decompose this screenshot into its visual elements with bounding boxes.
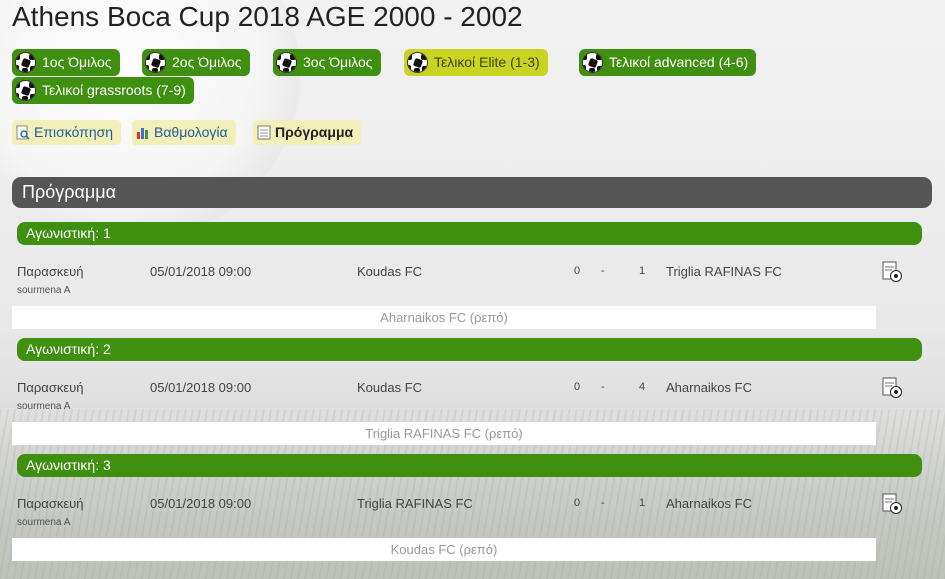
- group-button-label: 3ος Όμιλος: [303, 54, 373, 70]
- home-score: 0: [574, 381, 581, 393]
- away-score: 1: [639, 497, 646, 509]
- round-header-2: Αγωνιστική: 2: [17, 338, 922, 361]
- match-day: Παρασκευή: [17, 264, 84, 279]
- tab-label: Βαθμολογία: [154, 124, 228, 140]
- soccer-ball-icon: [145, 52, 166, 73]
- calendar-icon: [257, 125, 271, 140]
- match-datetime: 05/01/2018 09:00: [150, 496, 252, 511]
- soccer-ball-icon: [407, 52, 428, 73]
- home-team[interactable]: Triglia RAFINAS FC: [357, 496, 473, 511]
- tab-schedule[interactable]: Πρόγραμμα: [253, 120, 362, 145]
- match-venue: sourmena A: [17, 285, 71, 296]
- magnifier-document-icon: [16, 125, 30, 140]
- away-score: 1: [639, 265, 646, 277]
- home-score: 0: [574, 265, 581, 277]
- tab-label: Πρόγραμμα: [275, 124, 354, 140]
- match-row-2: Παρασκευή sourmena A 05/01/2018 09:00 Ko…: [0, 374, 945, 414]
- bar-chart-icon: [137, 128, 148, 139]
- soccer-ball-icon: [276, 52, 297, 73]
- away-team[interactable]: Triglia RAFINAS FC: [666, 264, 782, 279]
- group-button-label: Τελικοί Elite (1-3): [434, 54, 540, 70]
- soccer-ball-icon: [582, 52, 603, 73]
- score-separator: -: [601, 265, 605, 277]
- rest-team-row-1: Aharnaikos FC (ρεπό): [12, 306, 876, 329]
- score-separator: -: [601, 381, 605, 393]
- group-button-label: Τελικοί advanced (4-6): [609, 54, 749, 70]
- group-button-3[interactable]: 3ος Όμιλος: [273, 49, 381, 76]
- match-day: Παρασκευή: [17, 380, 84, 395]
- group-button-elite[interactable]: Τελικοί Elite (1-3): [404, 49, 548, 76]
- away-score: 4: [639, 381, 646, 393]
- match-report-icon[interactable]: [880, 375, 904, 399]
- away-team[interactable]: Aharnaikos FC: [666, 380, 752, 395]
- group-button-2[interactable]: 2ος Όμιλος: [142, 49, 250, 76]
- match-venue: sourmena A: [17, 517, 71, 528]
- round-header-1: Αγωνιστική: 1: [17, 222, 922, 245]
- tab-standings[interactable]: Βαθμολογία: [132, 120, 236, 145]
- soccer-ball-icon: [15, 52, 36, 73]
- group-button-label: Τελικοί grassroots (7-9): [42, 82, 186, 98]
- match-row-3: Παρασκευή sourmena A 05/01/2018 09:00 Tr…: [0, 490, 945, 530]
- match-day: Παρασκευή: [17, 496, 84, 511]
- home-score: 0: [574, 497, 581, 509]
- tab-overview[interactable]: Επισκόπηση: [12, 120, 122, 145]
- round-header-3: Αγωνιστική: 3: [17, 454, 922, 477]
- group-button-label: 2ος Όμιλος: [172, 54, 242, 70]
- match-report-icon[interactable]: [880, 259, 904, 283]
- score-separator: -: [601, 497, 605, 509]
- home-team[interactable]: Koudas FC: [357, 380, 422, 395]
- group-button-1[interactable]: 1ος Όμιλος: [12, 49, 120, 76]
- rest-team-row-3: Koudas FC (ρεπό): [12, 538, 876, 561]
- home-team[interactable]: Koudas FC: [357, 264, 422, 279]
- group-button-grassroots[interactable]: Τελικοί grassroots (7-9): [12, 77, 194, 104]
- match-report-icon[interactable]: [880, 491, 904, 515]
- page-title: Athens Boca Cup 2018 AGE 2000 - 2002: [12, 1, 523, 32]
- group-button-advanced[interactable]: Τελικοί advanced (4-6): [579, 49, 757, 76]
- match-datetime: 05/01/2018 09:00: [150, 380, 252, 395]
- rest-team-row-2: Triglia RAFINAS FC (ρεπό): [12, 422, 876, 445]
- away-team[interactable]: Aharnaikos FC: [666, 496, 752, 511]
- match-venue: sourmena A: [17, 401, 71, 412]
- tab-label: Επισκόπηση: [34, 124, 114, 140]
- match-row-1: Παρασκευή sourmena A 05/01/2018 09:00 Ko…: [0, 258, 945, 298]
- group-button-label: 1ος Όμιλος: [42, 54, 112, 70]
- match-datetime: 05/01/2018 09:00: [150, 264, 252, 279]
- soccer-ball-icon: [15, 80, 36, 101]
- section-heading: Πρόγραμμα: [12, 177, 932, 208]
